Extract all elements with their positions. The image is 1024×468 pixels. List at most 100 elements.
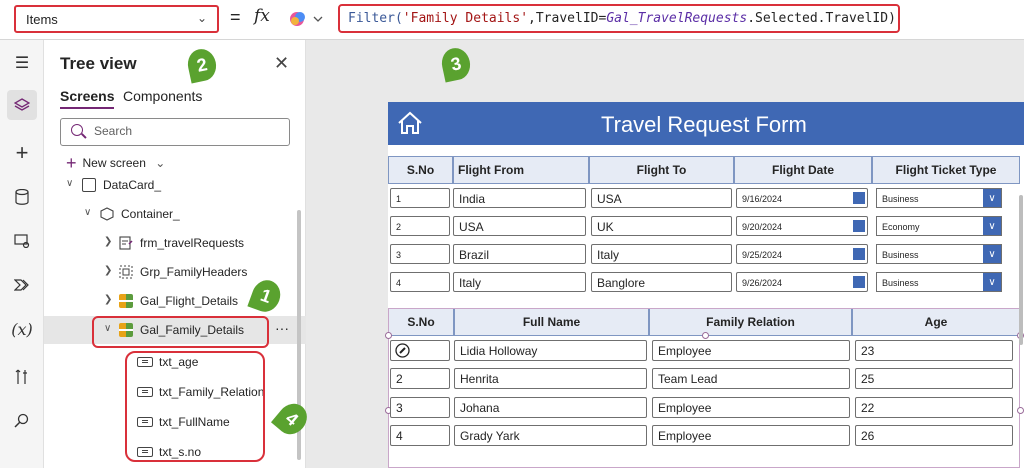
hamburger-menu-icon[interactable]: ☰	[7, 48, 37, 78]
calendar-icon[interactable]	[853, 220, 865, 232]
family-relation-field[interactable]: Team Lead	[652, 368, 850, 389]
chevron-right-icon: ❯	[104, 294, 113, 305]
new-screen-label: New screen	[82, 156, 146, 170]
dropdown-value: Business	[882, 278, 919, 288]
flight-date-picker[interactable]: 9/16/2024	[736, 188, 868, 208]
flight-from-field[interactable]: Brazil	[453, 244, 586, 264]
sno-field[interactable]: 2	[390, 368, 450, 389]
chevron-right-icon: ❯	[104, 265, 113, 276]
tree-item-form[interactable]: ❯ frm_travelRequests	[44, 229, 306, 257]
dropdown-value: Business	[882, 194, 919, 204]
flight-date-picker[interactable]: 9/25/2024	[736, 244, 868, 264]
age-field[interactable]: 22	[855, 397, 1013, 418]
panel-title: Tree view	[60, 54, 137, 73]
sno-field[interactable]	[390, 340, 450, 361]
header-flight-to: Flight To	[589, 156, 734, 184]
ticket-type-dropdown[interactable]: Business ∨	[876, 244, 1002, 264]
layers-icon[interactable]	[7, 90, 37, 120]
full-name-field[interactable]: Grady Yark	[454, 425, 647, 446]
ticket-type-dropdown[interactable]: Business ∨	[876, 272, 1002, 292]
insert-plus-icon[interactable]: +	[7, 138, 37, 168]
full-name-field[interactable]: Johana	[454, 397, 647, 418]
flight-from-field[interactable]: USA	[453, 216, 586, 236]
formula-identifier: Gal_TravelRequests	[606, 11, 748, 26]
search-icon[interactable]	[7, 406, 37, 436]
sno-field[interactable]: 3	[390, 397, 450, 418]
tree-item-container[interactable]: ∨ Container_	[44, 200, 306, 228]
full-name-field[interactable]: Henrita	[454, 368, 647, 389]
plus-icon: +	[66, 153, 77, 173]
calendar-icon[interactable]	[853, 276, 865, 288]
calendar-icon[interactable]	[853, 248, 865, 260]
dropdown-value: Business	[882, 250, 919, 260]
tools-icon[interactable]	[7, 362, 37, 392]
ticket-type-dropdown[interactable]: Business ∨	[876, 188, 1002, 208]
canvas-scrollbar[interactable]	[1019, 195, 1023, 345]
flight-from-field[interactable]: Italy	[453, 272, 586, 292]
edit-pin-icon	[395, 343, 410, 358]
datacard-icon	[82, 178, 96, 192]
left-rail: ☰ + (x)	[0, 40, 44, 468]
tree-item-label: Gal_Flight_Details	[140, 294, 239, 308]
tree-item-label: DataCard_	[103, 178, 162, 192]
family-relation-field[interactable]: Employee	[652, 425, 850, 446]
sno-field[interactable]: 3	[390, 244, 450, 264]
media-icon[interactable]	[7, 226, 37, 256]
formula-text: ,TravelID=	[528, 11, 607, 26]
flight-to-field[interactable]: UK	[591, 216, 732, 236]
more-options-icon[interactable]: ···	[275, 320, 289, 336]
flight-date-picker[interactable]: 9/26/2024	[736, 272, 868, 292]
age-field[interactable]: 26	[855, 425, 1013, 446]
highlight-gal-family-details	[92, 316, 269, 348]
sno-field[interactable]: 1	[390, 188, 450, 208]
chevron-down-icon: ⌄	[196, 11, 207, 25]
power-automate-icon[interactable]	[7, 270, 37, 300]
group-icon	[119, 265, 133, 279]
home-icon[interactable]	[396, 109, 424, 137]
tree-item-label: Grp_FamilyHeaders	[140, 265, 248, 279]
calendar-icon[interactable]	[853, 192, 865, 204]
sno-field[interactable]: 2	[390, 216, 450, 236]
flight-to-field[interactable]: USA	[591, 188, 732, 208]
tree-item-label: Container_	[121, 207, 180, 221]
chevron-down-icon: ⌄	[155, 156, 166, 170]
flight-rows: 1 India USA 9/16/2024 Business ∨ 2 USA UK…	[388, 186, 1020, 300]
form-title: Travel Request Form	[601, 112, 807, 137]
search-icon	[71, 124, 83, 136]
date-value: 9/26/2024	[742, 278, 783, 288]
property-dropdown[interactable]: Items ⌄	[14, 5, 219, 33]
flight-from-field[interactable]: India	[453, 188, 586, 208]
formula-input[interactable]: Filter('Family Details',TravelID=Gal_Tra…	[338, 4, 900, 33]
chevron-down-icon: ∨	[983, 273, 1001, 291]
family-rows: Lidia Holloway Employee 23 2 Henrita Tea…	[388, 338, 1020, 468]
family-relation-field[interactable]: Employee	[652, 397, 850, 418]
chevron-down-icon: ∨	[983, 217, 1001, 235]
tab-components[interactable]: Components	[123, 88, 202, 104]
age-field[interactable]: 25	[855, 368, 1013, 389]
chevron-down-icon: ∨	[983, 189, 1001, 207]
full-name-field[interactable]: Lidia Holloway	[454, 340, 647, 361]
gallery-icon	[119, 294, 133, 308]
age-field[interactable]: 23	[855, 340, 1013, 361]
tree-item-label: frm_travelRequests	[140, 236, 245, 250]
flight-to-field[interactable]: Italy	[591, 244, 732, 264]
flight-date-picker[interactable]: 9/20/2024	[736, 216, 868, 236]
formula-text: .Selected.TravelID)	[747, 11, 896, 26]
chevron-down-icon: ∨	[983, 245, 1001, 263]
header-ticket-type: Flight Ticket Type	[872, 156, 1020, 184]
sno-field[interactable]: 4	[390, 272, 450, 292]
sno-field[interactable]: 4	[390, 425, 450, 446]
tree-item-datacard[interactable]: ∨ DataCard_	[44, 171, 306, 199]
variables-icon[interactable]: (x)	[7, 314, 37, 344]
flight-to-field[interactable]: Banglore	[591, 272, 732, 292]
database-icon[interactable]	[7, 182, 37, 212]
app-screen: Travel Request Form S.No Flight From Fli…	[385, 102, 1024, 468]
family-relation-field[interactable]: Employee	[652, 340, 850, 361]
tab-screens[interactable]: Screens	[60, 88, 115, 109]
search-input[interactable]: Search	[60, 118, 290, 146]
copilot-icon[interactable]	[288, 9, 328, 29]
fx-icon: fx	[254, 6, 270, 26]
ticket-type-dropdown[interactable]: Economy ∨	[876, 216, 1002, 236]
highlight-text-inputs	[125, 351, 265, 462]
close-icon[interactable]: ✕	[274, 53, 289, 74]
